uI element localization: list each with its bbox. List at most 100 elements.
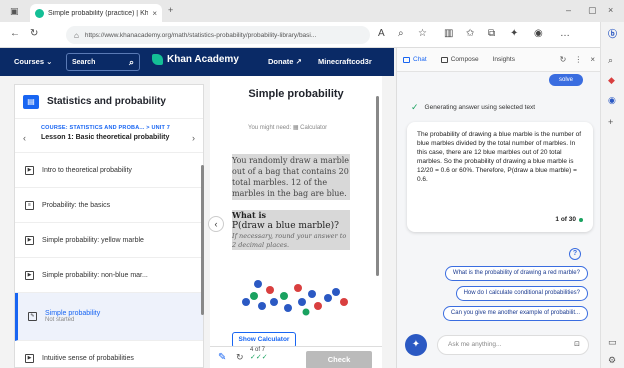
search-icon: ⌕	[128, 56, 134, 67]
user-message-bubble: solve	[549, 74, 583, 86]
sidebar-item-basics[interactable]: ≡ Probability: the basics	[15, 188, 203, 223]
split-screen-icon[interactable]: ▥	[444, 29, 453, 39]
maximize-icon[interactable]: ▢	[588, 6, 597, 15]
prev-lesson-icon[interactable]: ‹	[23, 133, 26, 143]
extensions-icon[interactable]: ✦	[510, 29, 518, 39]
shopping-icon[interactable]: ◆	[608, 76, 615, 85]
copilot-panel: Chat Compose Insights ↻ ⋮ × solve ✓ Gene…	[396, 48, 601, 368]
next-lesson-icon[interactable]: ›	[192, 133, 195, 143]
courses-menu[interactable]: Courses ⌄	[14, 57, 52, 66]
sidebar-item-yellow-marble[interactable]: ▶ Simple probability: yellow marble	[15, 223, 203, 258]
marble	[242, 298, 250, 306]
more-options-icon[interactable]: ⋮	[574, 55, 582, 64]
question-text: You randomly draw a marble out of a bag …	[232, 154, 350, 200]
exercise-pane: Simple probability You might need: ▦ Cal…	[208, 76, 382, 368]
sidebar-item-intuitive[interactable]: ▶ Intuitive sense of probabilities	[15, 341, 203, 368]
exercise-title: Simple probability	[248, 88, 344, 100]
lesson-title: Lesson 1: Basic theoretical probability	[41, 134, 170, 141]
new-tab-icon[interactable]: +	[168, 6, 173, 15]
video-icon: ▶	[25, 165, 34, 175]
user-menu[interactable]: Minecraftcod3r	[318, 57, 372, 66]
generation-status: ✓ Generating answer using selected text	[411, 102, 536, 112]
reset-icon[interactable]: ↻	[236, 352, 244, 363]
browser-tab-active[interactable]: Simple probability (practice) | Kh ×	[30, 4, 162, 22]
exercise-scrollbar[interactable]	[376, 96, 379, 276]
marble	[280, 292, 288, 300]
check-button[interactable]: Check	[306, 351, 372, 368]
tab-insights[interactable]: Insights	[493, 56, 515, 63]
course-sidebar: ▤ Statistics and probability ‹ COURSE: S…	[14, 84, 204, 368]
sidebar-scrollbar[interactable]	[201, 165, 204, 315]
minimize-icon[interactable]: –	[566, 6, 571, 15]
zoom-icon[interactable]: ⌕	[398, 29, 404, 39]
copilot-icon[interactable]: ⓑ	[608, 30, 617, 39]
copilot-tabs: Chat Compose Insights ↻ ⋮ ×	[397, 48, 601, 72]
settings-gear-icon[interactable]: ⚙	[608, 356, 616, 365]
marble	[298, 298, 306, 306]
marble	[258, 302, 266, 310]
suggestion-another-example[interactable]: Can you give me another example of proba…	[442, 306, 588, 321]
sidebar-item-intro[interactable]: ▶ Intro to theoretical probability	[15, 153, 203, 188]
new-topic-icon[interactable]: ✦	[405, 334, 427, 356]
course-title: Statistics and probability	[47, 96, 166, 107]
tools-icon[interactable]: ◉	[608, 96, 616, 105]
favorites-icon[interactable]: ✩	[466, 29, 474, 39]
marble	[250, 292, 258, 300]
scratchpad-icon[interactable]: ✎	[218, 352, 226, 363]
khan-leaf-icon	[152, 54, 163, 65]
refresh-icon[interactable]: ↻	[30, 29, 38, 39]
chevron-down-icon: ⌄	[46, 57, 53, 66]
read-aloud-icon[interactable]: A	[378, 29, 385, 39]
suggestion-red-marble[interactable]: What is the probability of drawing a red…	[444, 266, 588, 281]
probability-expression: P(draw a blue marble)?	[232, 221, 339, 231]
tab-close-icon[interactable]: ×	[152, 9, 157, 18]
collections-icon[interactable]: ⧉	[488, 29, 495, 39]
khan-header: Courses ⌄ Search ⌕ Khan Academy Donate ↗…	[0, 48, 394, 76]
marble	[340, 298, 348, 306]
refresh-chat-icon[interactable]: ↻	[560, 55, 567, 64]
browser-tab-strip: ▣ Simple probability (practice) | Kh × +…	[0, 0, 624, 22]
exercise-icon: ✎	[28, 312, 37, 321]
marble	[324, 294, 332, 302]
copilot-input-row: ✦ Ask me anything... ⊡	[403, 334, 595, 358]
search-icon[interactable]: ⌕	[608, 56, 613, 65]
profile-icon[interactable]: ◉	[534, 29, 543, 39]
tab-chat[interactable]: Chat	[403, 56, 427, 63]
site-search-input[interactable]: Search ⌕	[66, 53, 140, 71]
sidebar-item-simple-probability[interactable]: ✎ Simple probability Not started	[15, 293, 203, 341]
marble	[284, 304, 292, 312]
marble	[294, 284, 302, 292]
suggestion-conditional[interactable]: How do I calculate conditional probabili…	[455, 286, 588, 301]
sidebar-layout-icon[interactable]: ▭	[608, 338, 617, 347]
chat-input[interactable]: Ask me anything... ⊡	[437, 335, 589, 355]
marble	[254, 280, 262, 288]
sidebar-header: ▤ Statistics and probability	[15, 85, 203, 119]
favorite-star-icon[interactable]: ☆	[418, 29, 427, 39]
collapse-sidebar-icon[interactable]: ‹	[208, 216, 224, 232]
close-panel-icon[interactable]: ×	[590, 55, 595, 64]
khan-favicon-icon	[35, 8, 44, 18]
video-icon: ▶	[25, 270, 34, 280]
back-arrow-icon[interactable]: ←	[10, 29, 20, 39]
compose-icon	[440, 56, 448, 63]
lesson-nav: ‹ COURSE: STATISTICS AND PROBA... > UNIT…	[15, 119, 203, 153]
help-icon[interactable]: ?	[569, 248, 581, 260]
course-breadcrumb[interactable]: COURSE: STATISTICS AND PROBA... > UNIT 7	[41, 125, 195, 131]
marble	[270, 298, 278, 306]
donate-link[interactable]: Donate ↗	[268, 57, 302, 66]
chat-icon	[403, 56, 410, 63]
status-dot	[579, 217, 583, 222]
more-menu-icon[interactable]: …	[560, 29, 570, 39]
window-close-icon[interactable]: ×	[608, 6, 613, 15]
sidebar-item-non-blue-marble[interactable]: ▶ Simple probability: non-blue mar...	[15, 258, 203, 293]
khan-academy-logo[interactable]: Khan Academy	[152, 54, 239, 65]
tab-actions-icon[interactable]: ▣	[10, 7, 19, 16]
image-input-icon[interactable]: ⊡	[574, 336, 580, 354]
address-bar-row: ← ↻ ⌂ https://www.khanacademy.org/math/s…	[0, 22, 624, 48]
url-field[interactable]: ⌂ https://www.khanacademy.org/math/stati…	[66, 26, 370, 44]
add-icon[interactable]: +	[608, 118, 613, 127]
status-text: Not started	[45, 317, 75, 323]
external-link-icon: ↗	[295, 57, 302, 66]
check-icon: ✓	[411, 102, 419, 112]
tab-compose[interactable]: Compose	[440, 56, 479, 63]
